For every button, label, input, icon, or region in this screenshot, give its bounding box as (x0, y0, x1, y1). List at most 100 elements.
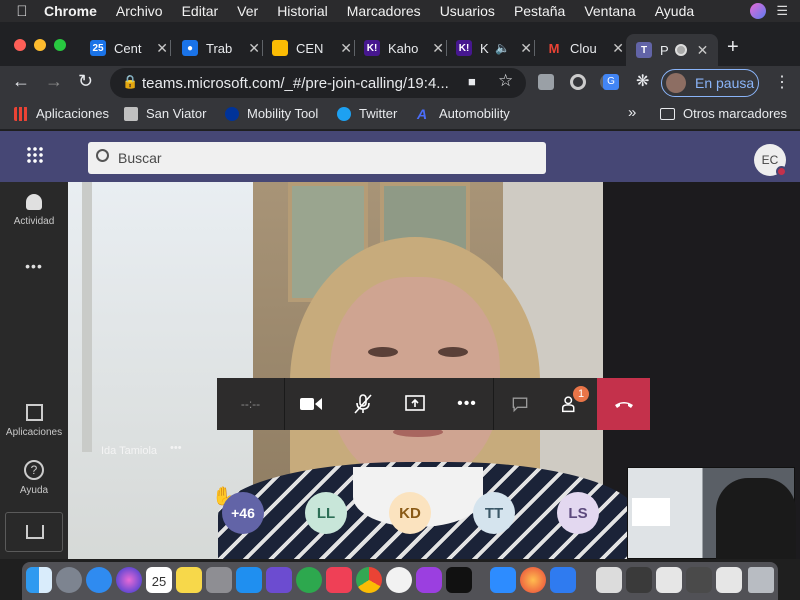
tab-1[interactable]: 25 Cent ✕ (80, 34, 168, 62)
podcasts-icon[interactable] (416, 567, 442, 593)
hangouts-icon[interactable] (296, 567, 322, 593)
participant-avatar[interactable]: LL (305, 492, 347, 534)
minimize-window-button[interactable] (34, 39, 46, 51)
system-preferences-icon[interactable] (206, 567, 232, 593)
document-icon[interactable] (656, 567, 682, 593)
bookmark-star-icon[interactable]: ☆ (498, 71, 513, 91)
zoom-window-button[interactable] (54, 39, 66, 51)
rail-activity-label: Actividad (13, 216, 55, 227)
participant-avatar[interactable]: KD (389, 492, 431, 534)
lock-icon[interactable]: 🔒 (122, 74, 138, 90)
speaker-options-icon[interactable]: ••• (170, 442, 182, 454)
overflow-participants[interactable]: +46 (222, 492, 264, 534)
audio-playing-icon[interactable]: 🔈 (495, 41, 510, 55)
trash-icon[interactable] (748, 567, 774, 593)
safari-icon[interactable] (86, 567, 112, 593)
back-icon[interactable]: ← (12, 71, 30, 92)
chrome-menu-icon[interactable]: ⋮ (774, 72, 790, 92)
tab-3[interactable]: CEN ✕ (264, 34, 352, 62)
tab-4[interactable]: K! Kaho ✕ (356, 34, 444, 62)
launchpad-icon[interactable] (56, 567, 82, 593)
imovie-icon[interactable] (266, 567, 292, 593)
extension-record-icon[interactable] (570, 74, 586, 90)
calendar-icon[interactable]: 25 (146, 567, 172, 593)
rail-more-apps[interactable]: ••• (0, 258, 68, 274)
participant-avatar[interactable]: LS (557, 492, 599, 534)
pocket-icon[interactable] (326, 567, 352, 593)
zoom-icon[interactable] (490, 567, 516, 593)
reload-icon[interactable]: ↻ (78, 71, 93, 92)
menu-historial[interactable]: Historial (277, 3, 328, 19)
menu-usuarios[interactable]: Usuarios (440, 3, 495, 19)
extensions-puzzle-icon[interactable]: ❋ (636, 71, 649, 91)
rail-applications[interactable]: Aplicaciones (0, 404, 68, 438)
chat-button[interactable] (493, 378, 545, 430)
rail-activity[interactable]: Actividad (0, 194, 68, 227)
bookmark-automobility[interactable]: A Automobility (417, 106, 510, 121)
tab-6[interactable]: M Clou ✕ (538, 34, 624, 62)
document-icon[interactable] (716, 567, 742, 593)
mute-toggle-button[interactable] (337, 378, 389, 430)
tab-2[interactable]: ● Trab ✕ (172, 34, 260, 62)
participant-avatar[interactable]: TT (473, 492, 515, 534)
search-box[interactable]: Buscar (88, 142, 546, 174)
notes-icon[interactable] (176, 567, 202, 593)
menu-chrome[interactable]: Chrome (44, 3, 97, 19)
menu-archivo[interactable]: Archivo (116, 3, 163, 19)
overflow-count: +46 (231, 505, 255, 521)
share-screen-button[interactable] (389, 378, 441, 430)
close-tab-icon[interactable]: ✕ (697, 42, 709, 59)
document-icon[interactable] (596, 567, 622, 593)
google-translate-icon[interactable]: G (603, 74, 619, 90)
close-tab-icon[interactable]: ✕ (520, 40, 532, 57)
close-tab-icon[interactable]: ✕ (156, 40, 168, 57)
finder-icon[interactable] (26, 567, 52, 593)
tab-5[interactable]: K! K 🔈 ✕ (448, 34, 532, 62)
more-actions-button[interactable]: ••• (441, 378, 493, 430)
control-center-icon[interactable]: ☰ (776, 3, 788, 19)
camera-in-use-icon[interactable]: ■ (468, 74, 476, 89)
screenshot-icon[interactable] (686, 567, 712, 593)
menu-ventana[interactable]: Ventana (584, 3, 635, 19)
apple-tv-icon[interactable] (446, 567, 472, 593)
menu-ayuda[interactable]: Ayuda (655, 3, 694, 19)
chrome-icon[interactable] (356, 567, 382, 593)
menu-editar[interactable]: Editar (182, 3, 219, 19)
screenshot-icon[interactable] (626, 567, 652, 593)
address-bar[interactable]: 🔒 teams.microsoft.com/_#/pre-join-callin… (110, 68, 526, 98)
extension-icon[interactable] (538, 74, 554, 90)
keynote-icon[interactable] (550, 567, 576, 593)
close-window-button[interactable] (14, 39, 26, 51)
close-tab-icon[interactable]: ✕ (248, 40, 260, 57)
app-launcher-icon[interactable] (26, 146, 44, 164)
tab-teams-active[interactable]: T P ✕ (626, 34, 718, 66)
menu-marcadores[interactable]: Marcadores (347, 3, 421, 19)
bookmarks-overflow-icon[interactable]: » (628, 104, 636, 121)
hang-up-button[interactable] (597, 378, 650, 430)
siri-icon[interactable] (116, 567, 142, 593)
forward-icon[interactable]: → (45, 71, 63, 92)
siri-icon[interactable] (750, 3, 767, 19)
firefox-icon[interactable] (520, 567, 546, 593)
menu-pestana[interactable]: Pestaña (514, 3, 565, 19)
rail-help[interactable]: ? Ayuda (0, 460, 68, 496)
bookmark-otros-marcadores[interactable]: Otros marcadores (660, 106, 787, 121)
apple-menu-icon[interactable]:  (0, 3, 44, 20)
close-tab-icon[interactable]: ✕ (432, 40, 444, 57)
close-tab-icon[interactable]: ✕ (612, 40, 624, 57)
recorder-icon[interactable] (386, 567, 412, 593)
close-tab-icon[interactable]: ✕ (340, 40, 352, 57)
participants-button[interactable]: 1 (545, 378, 597, 430)
app-store-icon[interactable] (236, 567, 262, 593)
self-video-preview[interactable] (627, 467, 796, 559)
new-tab-button[interactable]: + (727, 36, 739, 59)
bookmark-twitter[interactable]: Twitter (337, 106, 397, 121)
user-avatar[interactable]: EC (754, 144, 787, 177)
bookmark-mobility-tool[interactable]: Mobility Tool (225, 106, 318, 121)
bookmark-san-viator[interactable]: San Viator (124, 106, 206, 121)
profile-paused-button[interactable]: En pausa (661, 69, 759, 97)
download-app-button[interactable] (5, 512, 63, 552)
bookmark-aplicaciones[interactable]: Aplicaciones (14, 106, 109, 121)
camera-toggle-button[interactable] (285, 378, 337, 430)
menu-ver[interactable]: Ver (237, 3, 258, 19)
